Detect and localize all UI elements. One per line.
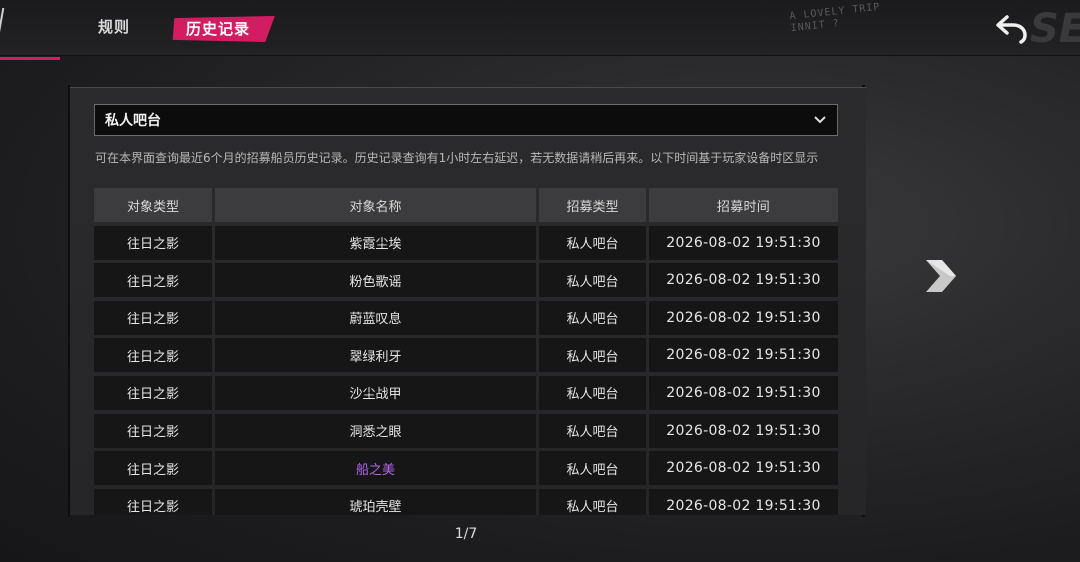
cell-recruit: 私人吧台 (539, 413, 646, 448)
cell-name: 翠绿利牙 (215, 338, 536, 373)
history-table: 对象类型 对象名称 招募类型 招募时间 往日之影 紫霞尘埃 私人吧台 2026-… (94, 188, 839, 515)
cell-type: 往日之影 (94, 413, 212, 448)
cell-time: 2026-08-02 19:51:30 (649, 375, 838, 410)
table-row: 往日之影 洞悉之眼 私人吧台 2026-08-02 19:51:30 (94, 413, 839, 448)
cell-time: 2026-08-02 19:51:30 (649, 300, 838, 335)
table-row: 往日之影 沙尘战甲 私人吧台 2026-08-02 19:51:30 (94, 375, 839, 410)
cell-name: 紫霞尘埃 (215, 225, 536, 260)
table-row: 往日之影 紫霞尘埃 私人吧台 2026-08-02 19:51:30 (94, 225, 839, 260)
background-watermark: A LOVELY TRIP INNIT ? (789, 1, 881, 35)
recruit-type-dropdown[interactable]: 私人吧台 (94, 104, 838, 136)
tab-history[interactable]: 历史记录 (172, 16, 264, 42)
cell-type: 往日之影 (94, 375, 212, 410)
cell-type: 往日之影 (94, 263, 212, 298)
cell-type: 往日之影 (94, 451, 212, 486)
table-row: 往日之影 琥珀壳壁 私人吧台 2026-08-02 19:51:30 (94, 488, 839, 515)
cell-name: 沙尘战甲 (215, 375, 536, 410)
cell-type: 往日之影 (94, 338, 212, 373)
cell-recruit: 私人吧台 (539, 451, 646, 486)
cell-time: 2026-08-02 19:51:30 (649, 488, 838, 515)
cell-recruit: 私人吧台 (539, 375, 646, 410)
history-panel: 私人吧台 可在本界面查询最近6个月的招募船员历史记录。历史记录查询有1小时左右延… (70, 87, 866, 515)
table-header-row: 对象类型 对象名称 招募类型 招募时间 (94, 188, 839, 222)
cell-name: 洞悉之眼 (215, 413, 536, 448)
accent-line (0, 57, 60, 60)
tab-history-label: 历史记录 (186, 20, 251, 38)
cell-name: 粉色歌谣 (215, 263, 536, 298)
table-row: 往日之影 蔚蓝叹息 私人吧台 2026-08-02 19:51:30 (94, 300, 839, 335)
back-button[interactable] (994, 12, 1030, 46)
next-page-button[interactable] (920, 256, 960, 296)
cell-time: 2026-08-02 19:51:30 (649, 225, 838, 260)
cell-time: 2026-08-02 19:51:30 (649, 451, 838, 486)
cell-time: 2026-08-02 19:51:30 (649, 413, 838, 448)
cell-time: 2026-08-02 19:51:30 (649, 263, 838, 298)
cell-name-highlighted: 船之美 (215, 451, 536, 486)
column-header-name: 对象名称 (215, 188, 536, 222)
cell-recruit: 私人吧台 (539, 300, 646, 335)
cell-recruit: 私人吧台 (539, 225, 646, 260)
page-indicator: 1/7 (454, 526, 478, 542)
cell-recruit: 私人吧台 (539, 263, 646, 298)
chevron-down-icon (814, 116, 826, 124)
top-bar: 规则 历史记录 A LOVELY TRIP INNIT ? SE (0, 0, 1080, 56)
chevron-right-icon (926, 260, 956, 292)
corner-decoration: SE (1030, 6, 1080, 52)
cell-type: 往日之影 (94, 300, 212, 335)
cell-recruit: 私人吧台 (539, 338, 646, 373)
cell-name: 琥珀壳壁 (215, 488, 536, 515)
cell-name: 蔚蓝叹息 (215, 300, 536, 335)
history-notice: 可在本界面查询最近6个月的招募船员历史记录。历史记录查询有1小时左右延迟，若无数… (95, 151, 819, 165)
left-edge-mark (0, 8, 9, 34)
cell-time: 2026-08-02 19:51:30 (649, 338, 838, 373)
column-header-type: 对象类型 (94, 188, 212, 222)
dropdown-selected-value: 私人吧台 (105, 113, 161, 129)
table-row: 往日之影 翠绿利牙 私人吧台 2026-08-02 19:51:30 (94, 338, 839, 373)
table-row: 往日之影 粉色歌谣 私人吧台 2026-08-02 19:51:30 (94, 263, 839, 298)
column-header-recruit: 招募类型 (539, 188, 646, 222)
cell-type: 往日之影 (94, 488, 212, 515)
tab-rules[interactable]: 规则 (98, 16, 130, 37)
table-row: 往日之影 船之美 私人吧台 2026-08-02 19:51:30 (94, 451, 839, 486)
back-arrow-icon (996, 15, 1027, 44)
column-header-time: 招募时间 (649, 188, 838, 222)
cell-recruit: 私人吧台 (539, 488, 646, 515)
cell-type: 往日之影 (94, 225, 212, 260)
